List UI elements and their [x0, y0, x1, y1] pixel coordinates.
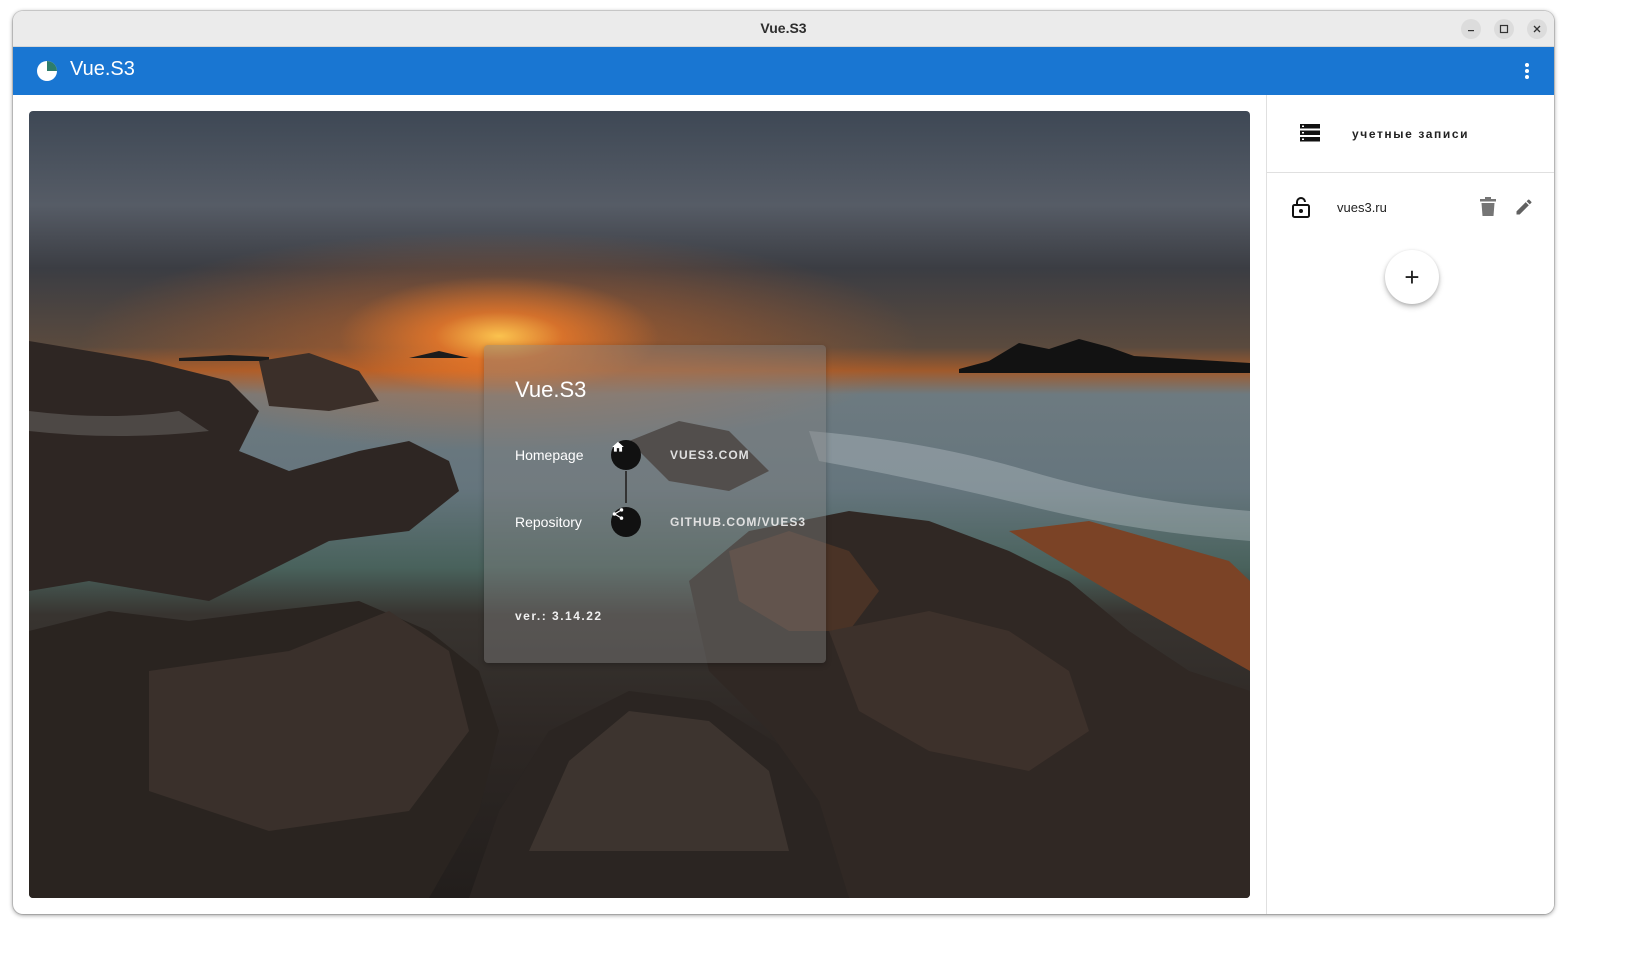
more-menu-button[interactable]	[1513, 57, 1541, 85]
accounts-header: учетные записи	[1267, 95, 1554, 173]
main-content: Vue.S3 Homepage VUES3.COM Repository GIT…	[13, 95, 1266, 914]
homepage-dot	[611, 440, 641, 470]
app-title: Vue.S3	[70, 58, 135, 80]
account-name: vues3.ru	[1337, 200, 1387, 215]
accounts-header-label: учетные записи	[1352, 127, 1470, 141]
homepage-label: Homepage	[515, 447, 584, 463]
more-vert-icon	[1525, 63, 1529, 79]
timeline-connector	[625, 471, 627, 503]
maximize-icon	[1499, 24, 1509, 34]
repository-label: Repository	[515, 514, 582, 530]
minimize-button[interactable]	[1461, 19, 1481, 39]
version-text: ver.: 3.14.22	[515, 609, 603, 623]
app-window: Vue.S3 Vue.S3 Vue.S3 Homepage VUES3.COM …	[13, 11, 1554, 914]
delete-account-button[interactable]	[1480, 197, 1496, 222]
add-account-button[interactable]: +	[1385, 250, 1439, 304]
maximize-button[interactable]	[1494, 19, 1514, 39]
homepage-link[interactable]: VUES3.COM	[670, 448, 750, 462]
about-card-title: Vue.S3	[515, 377, 587, 402]
home-icon	[612, 441, 624, 452]
lock-open-icon	[1292, 197, 1310, 218]
background-photo: Vue.S3 Homepage VUES3.COM Repository GIT…	[29, 111, 1250, 898]
right-sidebar: учетные записи vues3.ru +	[1266, 95, 1554, 914]
edit-account-button[interactable]	[1514, 197, 1534, 222]
edit-icon	[1516, 199, 1532, 215]
window-title: Vue.S3	[760, 20, 807, 36]
storage-icon	[1300, 124, 1320, 142]
close-button[interactable]	[1527, 19, 1547, 39]
close-icon	[1533, 25, 1541, 33]
repository-link[interactable]: GITHUB.COM/VUES3	[670, 515, 806, 529]
app-toolbar: Vue.S3	[13, 47, 1554, 95]
account-item[interactable]: vues3.ru	[1267, 191, 1554, 227]
repository-dot	[611, 507, 641, 537]
delete-icon	[1480, 197, 1496, 216]
about-card: Vue.S3 Homepage VUES3.COM Repository GIT…	[484, 345, 826, 663]
app-logo-icon	[37, 61, 57, 81]
minimize-icon	[1468, 30, 1474, 32]
window-titlebar[interactable]: Vue.S3	[13, 11, 1554, 47]
share-icon	[612, 508, 624, 520]
